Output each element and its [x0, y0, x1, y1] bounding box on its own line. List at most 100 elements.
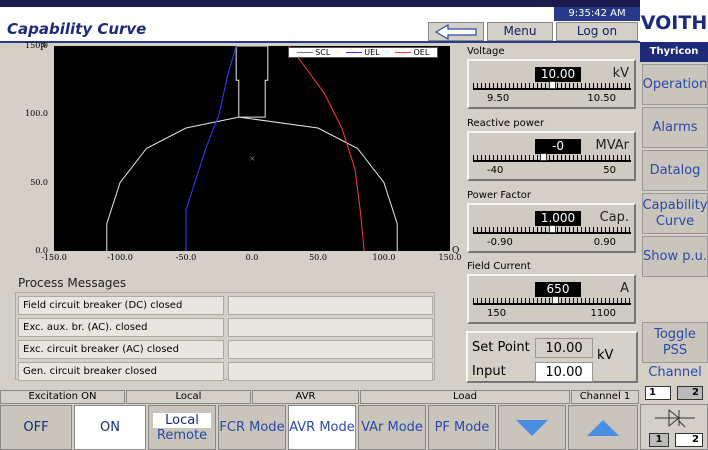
- avr-mode-button[interactable]: AVR Mode: [288, 405, 356, 450]
- series-line-uel: [185, 45, 237, 251]
- operating-point-marker: ×: [249, 154, 256, 163]
- x-tick-label: 150.0: [438, 253, 462, 262]
- on-button[interactable]: ON: [74, 405, 146, 450]
- gauge-unit: MVAr: [595, 138, 629, 153]
- gauge-max: 10.50: [587, 93, 616, 104]
- gauge-unit: Cap.: [599, 210, 629, 225]
- x-tick-label: 50.0: [309, 253, 327, 262]
- status-channel: Channel 1: [571, 390, 639, 404]
- thyristor-channel-panel[interactable]: 1 2: [640, 404, 708, 450]
- arrow-up-icon: [587, 419, 619, 436]
- gauge-min: 9.50: [487, 93, 510, 104]
- sidebar-item-operation[interactable]: Operation: [642, 64, 708, 105]
- gauge-min: -0.90: [487, 237, 513, 248]
- status-local: Local: [126, 390, 251, 404]
- process-messages-title: Process Messages: [18, 276, 127, 290]
- y-tick-label: 150.0: [25, 41, 48, 50]
- setpoint-value: 10.00: [535, 338, 593, 358]
- input-label: Input: [472, 364, 506, 379]
- process-message-extra: [228, 362, 433, 381]
- x-tick-label: -150.0: [41, 253, 67, 262]
- thyristor-channel-1[interactable]: 1: [649, 433, 669, 447]
- local-option: Local: [153, 412, 211, 428]
- channel-label: Channel: [648, 365, 702, 380]
- gauge-pointer: [539, 153, 547, 161]
- series-line-oel: [288, 45, 365, 252]
- thyristor-channel-2[interactable]: 2: [675, 433, 703, 447]
- gauge-pointer: [552, 296, 560, 304]
- capability-plot: ×: [54, 45, 450, 252]
- gauge-label: Voltage: [467, 46, 505, 57]
- legend-entry-oel: OEL: [394, 48, 429, 57]
- sidebar-item-alarms[interactable]: Alarms: [642, 107, 708, 148]
- gauge-value: 1.000: [535, 211, 581, 226]
- series-line-scl: [106, 45, 398, 251]
- menu-button[interactable]: Menu: [487, 22, 553, 41]
- gauge-label: Power Factor: [467, 190, 532, 201]
- capability-curve-svg: ×: [106, 45, 398, 252]
- setpoint-label: Set Point: [472, 340, 530, 355]
- back-arrow-icon: [434, 23, 477, 41]
- process-message-extra: [228, 340, 433, 359]
- y-tick-label: 100.0: [25, 109, 48, 119]
- sidebar-item-show-pu[interactable]: Show p.u.: [642, 236, 708, 277]
- local-remote-button[interactable]: Local Remote: [148, 405, 216, 450]
- process-message: Gen. circuit breaker closed: [18, 362, 224, 381]
- back-button[interactable]: [428, 22, 484, 41]
- x-tick-label: 100.0: [372, 253, 396, 262]
- x-tick-label: -50.0: [175, 253, 197, 262]
- sidebar-item-datalog[interactable]: Datalog: [642, 150, 708, 191]
- status-excitation: Excitation ON: [0, 390, 125, 404]
- process-message: Exc. circuit breaker (AC) closed: [18, 340, 224, 359]
- channel-option-1[interactable]: 1: [645, 386, 671, 400]
- channel-option-2[interactable]: 2: [677, 386, 703, 400]
- gauge-label: Field Current: [467, 261, 531, 272]
- gauge-frame: 650 A 150 1100: [467, 274, 636, 324]
- gauge-label: Reactive power: [467, 118, 545, 129]
- arrow-down-icon: [516, 419, 548, 436]
- gauge-frame: -0 MVAr -40 50: [467, 131, 636, 181]
- sidebar-title: Thyricon: [640, 42, 708, 62]
- logon-button[interactable]: Log on: [556, 22, 638, 41]
- brand-logo: VOITH: [640, 0, 708, 42]
- gauge-max: 0.90: [593, 237, 616, 248]
- sidebar-item-capability-curve[interactable]: Capability Curve: [642, 193, 708, 234]
- gauge-scale: [473, 155, 631, 162]
- gauge-value: 10.00: [535, 67, 581, 82]
- process-message-extra: [228, 318, 433, 337]
- gauge-frame: 1.000 Cap. -0.90 0.90: [467, 203, 636, 253]
- gauge-value: 650: [535, 282, 581, 297]
- gauge-min: -40: [487, 165, 504, 176]
- decrease-button[interactable]: [498, 405, 566, 450]
- channel-selector[interactable]: 1 2: [645, 386, 705, 401]
- y-tick-label: 50.0: [30, 177, 48, 187]
- fcr-mode-button[interactable]: FCR Mode: [218, 405, 286, 450]
- gauge-pointer: [549, 225, 556, 233]
- process-message: Field circuit breaker (DC) closed: [18, 296, 224, 315]
- sidebar-item-toggle-pss[interactable]: Toggle PSS: [642, 322, 708, 363]
- legend-entry-scl: SCL: [296, 48, 330, 57]
- var-mode-button[interactable]: VAr Mode: [358, 405, 426, 450]
- status-load: Load: [360, 390, 570, 404]
- off-button[interactable]: OFF: [0, 405, 72, 450]
- process-message-extra: [228, 296, 433, 315]
- page-title: Capability Curve: [7, 20, 147, 38]
- setpoint-input-field[interactable]: 10.00: [535, 362, 593, 382]
- gauge-unit: A: [620, 281, 629, 296]
- top-strip: [0, 0, 708, 7]
- increase-button[interactable]: [568, 405, 638, 450]
- clock: 9:35:42 AM: [554, 7, 640, 21]
- gauge-max: 1100: [590, 308, 616, 319]
- setpoint-unit: kV: [597, 348, 614, 363]
- thyristor-icon: [655, 408, 695, 428]
- gauge-max: 50: [603, 165, 616, 176]
- gauge-frame: 10.00 kV 9.50 10.50: [467, 59, 636, 109]
- pf-mode-button[interactable]: PF Mode: [428, 405, 496, 450]
- gauge-value: -0: [535, 139, 581, 154]
- sidebar-spacer: [642, 279, 708, 320]
- gauge-unit: kV: [612, 66, 629, 81]
- gauge-pointer: [549, 81, 556, 89]
- remote-option: Remote: [156, 427, 208, 443]
- x-tick-label: 0.0: [245, 253, 259, 262]
- status-avr: AVR: [252, 390, 359, 404]
